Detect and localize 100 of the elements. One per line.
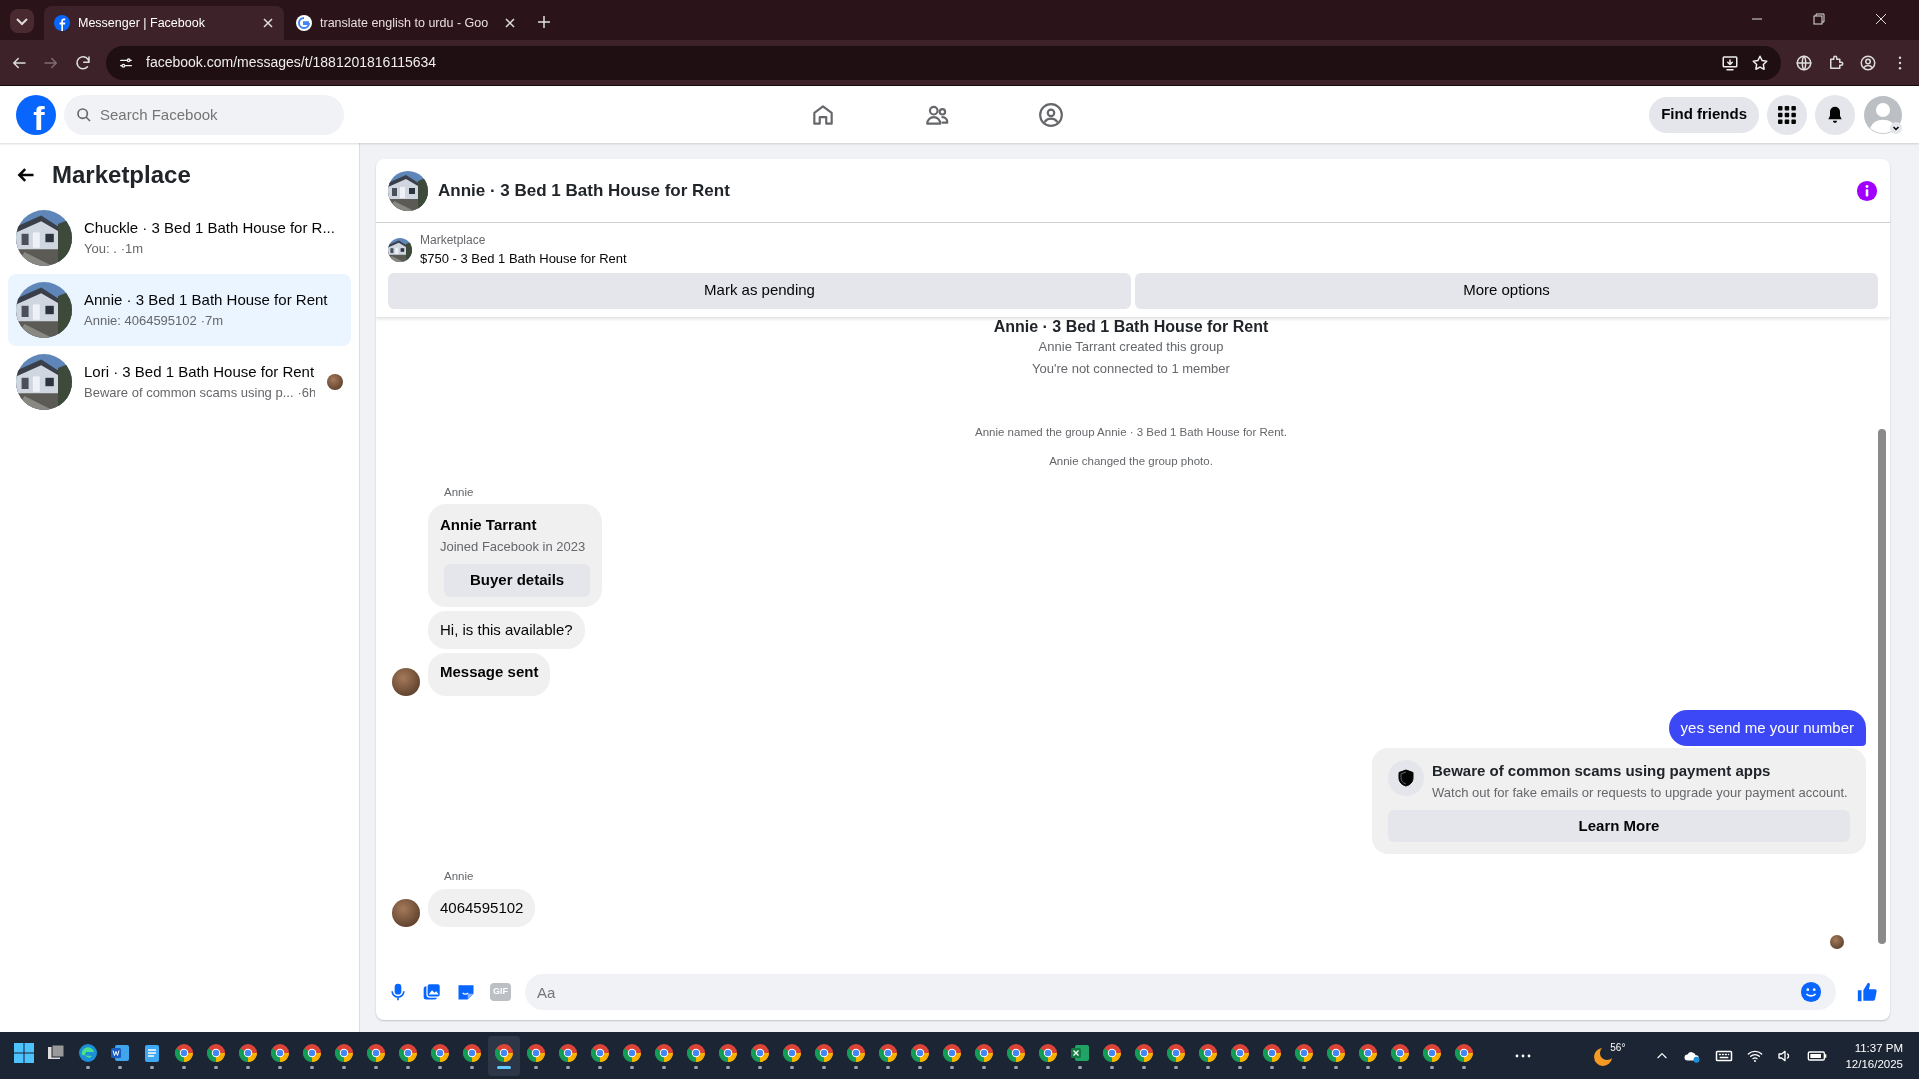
chrome-icon: [526, 1042, 546, 1063]
chrome-icon: [654, 1042, 674, 1063]
chrome-icon: [718, 1042, 738, 1063]
groups-icon[interactable]: [1037, 101, 1064, 128]
chrome-icon: [462, 1042, 482, 1063]
message-preview: Annie: 4064595102: [84, 312, 197, 331]
message-time: ·1m: [120, 240, 144, 259]
chrome-icon: [1358, 1042, 1378, 1063]
close-icon[interactable]: [1873, 11, 1889, 27]
system-message: You're not connected to 1 member: [1032, 359, 1230, 378]
start-icon: [14, 1042, 34, 1063]
close-icon[interactable]: [262, 17, 274, 29]
new-tab-icon[interactable]: [536, 14, 552, 30]
sender-avatar: [392, 899, 420, 927]
message-bubble: Message sent: [428, 653, 551, 696]
clock-date[interactable]: 12/16/2025: [1845, 1055, 1903, 1072]
system-message: Annie changed the group photo.: [1049, 453, 1213, 469]
sender-name: Annie: [444, 869, 475, 885]
search-field[interactable]: Search Facebook: [64, 94, 344, 135]
reload-icon[interactable]: [74, 53, 92, 72]
globe-icon[interactable]: [1795, 53, 1813, 72]
like-icon[interactable]: [1856, 981, 1878, 1003]
chrome-icon: [174, 1042, 194, 1063]
sender-avatar: [392, 667, 420, 696]
restore-icon[interactable]: [1811, 11, 1827, 27]
conversation-title: Annie · 3 Bed 1 Bath House for Rent: [84, 289, 329, 310]
microphone-icon[interactable]: [388, 982, 408, 1002]
chrome-icon: [1198, 1042, 1218, 1063]
chrome-icon: [1166, 1042, 1186, 1063]
group-title: Annie · 3 Bed 1 Bath House for Rent: [992, 316, 1270, 336]
star-icon[interactable]: [1751, 53, 1769, 72]
chrome-icon: [1454, 1042, 1474, 1063]
chrome-icon: [558, 1042, 578, 1063]
chrome-icon: [334, 1042, 354, 1063]
message-input[interactable]: Aa: [525, 974, 1836, 1010]
system-message: Annie named the group Annie · 3 Bed 1 Bath House for Rent.: [975, 424, 1287, 440]
chrome-icon: [782, 1042, 802, 1063]
close-icon[interactable]: [504, 17, 516, 29]
conversation-title: Chuckle · 3 Bed 1 Bath House for R...: [84, 217, 336, 238]
puzzle-icon[interactable]: [1827, 53, 1845, 72]
buyer-details-button[interactable]: Buyer details: [444, 564, 591, 597]
tab-search-icon[interactable]: [8, 7, 36, 35]
sender-name: Annie: [444, 485, 475, 500]
chrome-icon: [1102, 1042, 1122, 1063]
chrome-icon: [814, 1042, 834, 1063]
excel-icon: [1070, 1042, 1090, 1063]
menu-button[interactable]: [1767, 94, 1807, 135]
chrome-icon: [1294, 1042, 1314, 1063]
sticker-icon[interactable]: [456, 982, 476, 1002]
profile-icon[interactable]: [1859, 53, 1877, 72]
chrome-icon: [206, 1042, 226, 1063]
conversation-item[interactable]: Annie · 3 Bed 1 Bath House for Rent Annie: 4064595102 ·7m: [8, 273, 351, 346]
clock-time[interactable]: 11:37 PM: [1845, 1039, 1903, 1056]
tab-title: Messenger | Facebook: [78, 14, 206, 32]
facebook-logo[interactable]: f: [16, 94, 56, 135]
action-button[interactable]: Mark as pending: [388, 272, 1131, 309]
chrome-icon: [238, 1042, 258, 1063]
message-bubble: 4064595102: [428, 888, 536, 927]
notice-title: Beware of common scams using payment apps: [1432, 761, 1772, 782]
chrome-icon: [974, 1042, 994, 1063]
scrollbar[interactable]: [1878, 428, 1886, 944]
edge-icon: [78, 1042, 98, 1063]
word-icon: [110, 1042, 130, 1063]
action-button[interactable]: More options: [1135, 272, 1878, 309]
chrome-icon: [398, 1042, 418, 1063]
chrome-icon: [1422, 1042, 1442, 1063]
chrome-icon: [1262, 1042, 1282, 1063]
chrome-icon: [302, 1042, 322, 1063]
profile-joined: Joined Facebook in 2023: [440, 537, 587, 556]
message-preview: You: .: [84, 240, 117, 259]
chrome-icon: [686, 1042, 706, 1063]
tab-title: translate english to urdu - Goo: [320, 14, 490, 32]
chrome-icon: [1006, 1042, 1026, 1063]
shield-icon: [1398, 769, 1414, 788]
find-friends-button[interactable]: Find friends: [1649, 96, 1759, 133]
chat-title: Annie · 3 Bed 1 Bath House for Rent: [438, 179, 731, 202]
browser-tab[interactable]: Messenger | Facebook: [44, 6, 284, 40]
chrome-icon: [1230, 1042, 1250, 1063]
message-bubble: Hi, is this available?: [428, 610, 585, 650]
conversation-item[interactable]: Chuckle · 3 Bed 1 Bath House for R... You: . ·1m: [8, 201, 351, 274]
chrome-icon: [750, 1042, 770, 1063]
install-icon[interactable]: [1721, 53, 1739, 72]
chrome-icon: [622, 1042, 642, 1063]
listing-label: Marketplace: [420, 232, 487, 249]
conversation-item[interactable]: Lori · 3 Bed 1 Bath House for Rent Beware of common scams using p... ·6h: [8, 345, 351, 418]
chrome-icon: [1390, 1042, 1410, 1063]
temperature: 56°: [1610, 1041, 1626, 1055]
chrome-icon: [366, 1042, 386, 1063]
chrome-icon: [942, 1042, 962, 1063]
chrome-icon: [1326, 1042, 1346, 1063]
taskbar-app[interactable]: [488, 1035, 520, 1076]
sidebar-title: Marketplace: [52, 161, 191, 190]
notifications-button[interactable]: [1815, 94, 1855, 135]
address-bar[interactable]: facebook.com/messages/t/1881201816115634: [106, 45, 1781, 80]
info-icon[interactable]: [1856, 179, 1878, 202]
photo-icon[interactable]: [422, 982, 442, 1002]
browser-tab[interactable]: translate english to urdu - Goo: [286, 6, 526, 40]
conversation-title: Lori · 3 Bed 1 Bath House for Rent: [84, 361, 315, 382]
profile-name: Annie Tarrant: [440, 515, 538, 536]
learn-more-button[interactable]: Learn More: [1388, 810, 1850, 843]
